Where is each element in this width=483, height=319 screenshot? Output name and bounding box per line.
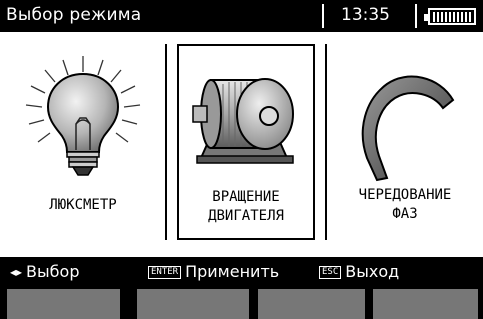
mode-motor-rotation[interactable]: ВРАЩЕНИЕ ДВИГАТЕЛЯ <box>177 44 315 240</box>
softkey-2[interactable] <box>137 289 249 319</box>
hint-bar: ◂▸ Выбор ENTER Применить ESC Выход <box>0 257 483 287</box>
mode-motor-label-line1: ВРАЩЕНИЕ <box>212 189 280 205</box>
softkey-3[interactable] <box>258 289 365 319</box>
battery-icon <box>424 8 476 25</box>
motor-icon <box>192 78 294 164</box>
meter-screen: Выбор режима 13:35 ЛЮКСМЕТР ВРАЩЕНИЕ ДВИ… <box>0 0 483 319</box>
softkey-1[interactable] <box>7 289 120 319</box>
enter-key-icon: ENTER <box>148 266 182 279</box>
mode-motor-label-line2: ДВИГАТЕЛЯ <box>208 208 284 224</box>
title-separator <box>322 4 324 28</box>
clock: 13:35 <box>341 5 390 25</box>
phase-arc-icon <box>361 75 455 182</box>
mode-phase-sequence[interactable]: ЧЕРЕДОВАНИЕ ФАЗ <box>331 44 479 240</box>
mode-luxmeter[interactable]: ЛЮКСМЕТР <box>8 44 158 240</box>
hint-exit-label: Выход <box>345 262 400 281</box>
softkey-4[interactable] <box>373 289 478 319</box>
hint-apply: ENTER Применить <box>148 262 279 281</box>
left-right-arrows-icon: ◂▸ <box>10 265 23 279</box>
mode-divider <box>325 44 327 240</box>
mode-phase-label-line2: ФАЗ <box>392 206 418 222</box>
title-bar: Выбор режима 13:35 <box>0 0 483 32</box>
hint-select-label: Выбор <box>26 262 80 281</box>
esc-key-icon: ESC <box>319 266 342 279</box>
screen-title: Выбор режима <box>6 5 142 25</box>
hint-apply-label: Применить <box>185 262 280 281</box>
hint-select: ◂▸ Выбор <box>10 262 79 281</box>
mode-panel: ЛЮКСМЕТР ВРАЩЕНИЕ ДВИГАТЕЛЯ ЧЕРЕДОВАНИЕ … <box>0 32 483 257</box>
mode-phase-label-line1: ЧЕРЕДОВАНИЕ <box>358 187 452 203</box>
mode-divider <box>165 44 167 240</box>
title-separator <box>415 4 417 28</box>
hint-exit: ESC Выход <box>319 262 399 281</box>
light-bulb-icon <box>25 56 141 176</box>
mode-luxmeter-label: ЛЮКСМЕТР <box>49 197 117 213</box>
